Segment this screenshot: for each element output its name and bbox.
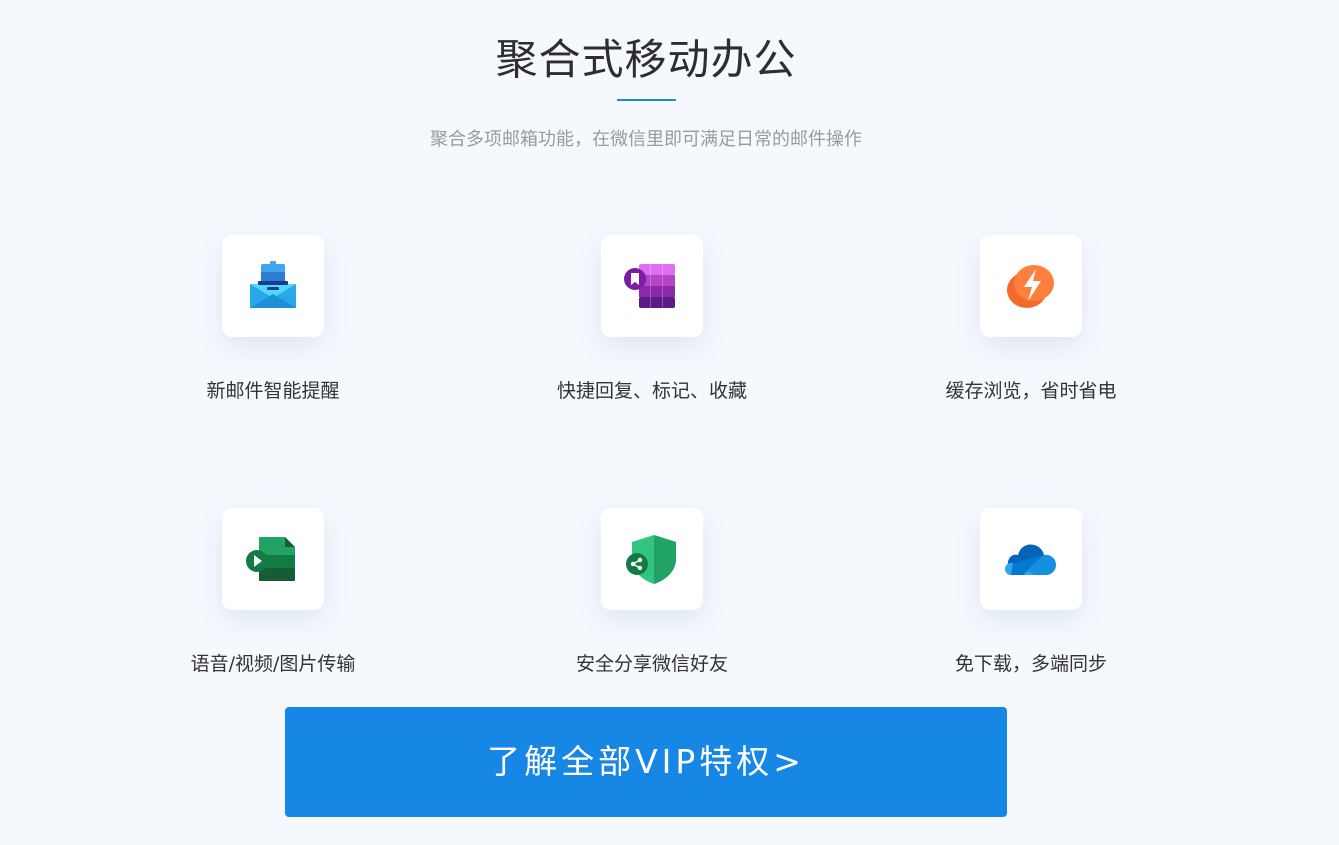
learn-all-vip-privileges-button[interactable]: 了解全部VIP特权> [285, 707, 1007, 817]
feature-label: 新邮件智能提醒 [206, 380, 340, 402]
icon-card [980, 235, 1082, 337]
cloud-icon [1005, 544, 1056, 575]
lightning-icon [1007, 265, 1054, 308]
shield-share-icon [626, 535, 676, 584]
feature-item-mail-notify: 新邮件智能提醒 [122, 235, 422, 425]
section-title: 聚合式移动办公 [495, 35, 797, 84]
feature-item-quick-actions: 快捷回复、标记、收藏 [501, 235, 801, 425]
feature-item-media-transfer: 语音/视频/图片传输 [122, 508, 422, 698]
title-underline [617, 99, 676, 101]
icon-card [980, 508, 1082, 610]
feature-label: 免下载，多端同步 [954, 653, 1107, 675]
feature-label: 缓存浏览，省时省电 [945, 380, 1117, 402]
icon-card [601, 235, 703, 337]
section-subtitle: 聚合多项邮箱功能，在微信里即可满足日常的邮件操作 [430, 129, 862, 150]
icon-card [222, 508, 324, 610]
feature-item-multi-sync: 免下载，多端同步 [880, 508, 1180, 698]
bookmark-grid-icon [624, 264, 675, 308]
feature-label: 安全分享微信好友 [575, 653, 728, 675]
feature-label: 快捷回复、标记、收藏 [556, 380, 747, 402]
feature-item-secure-share: 安全分享微信好友 [501, 508, 801, 698]
icon-card [222, 235, 324, 337]
feature-item-cache-browse: 缓存浏览，省时省电 [880, 235, 1180, 425]
media-play-icon [246, 537, 295, 581]
mail-notify-icon [250, 261, 296, 308]
icon-card [601, 508, 703, 610]
feature-label: 语音/视频/图片传输 [190, 653, 356, 675]
